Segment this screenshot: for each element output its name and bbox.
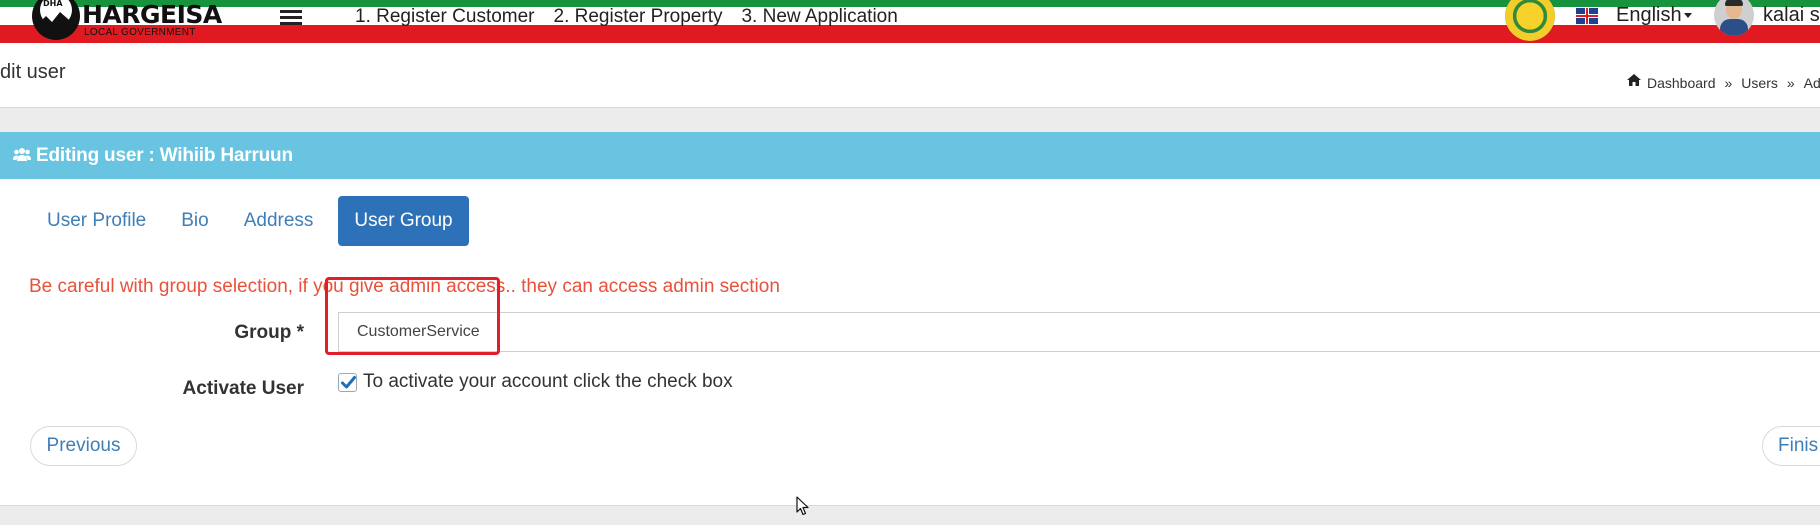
nav-register-property[interactable]: 2. Register Property [554,5,723,29]
tab-address[interactable]: Address [229,196,329,246]
top-nav: 1. Register Customer 2. Register Propert… [355,5,917,29]
nav-new-application[interactable]: 3. New Application [741,5,897,29]
language-selector[interactable]: English [1616,3,1682,27]
activate-user-text: To activate your account click the check… [363,371,733,392]
activate-user-checkbox[interactable] [338,373,357,392]
logo-emblem-text: DHA [43,0,63,8]
activate-user-label: Activate User [182,378,304,399]
hamburger-icon[interactable] [280,10,304,26]
logo-subtitle: LOCAL GOVERNMENT [84,27,196,38]
group-select[interactable]: CustomerService [338,312,1820,352]
breadcrumb-separator: » [1724,75,1733,91]
breadcrumb-dashboard[interactable]: Dashboard [1647,75,1716,91]
check-icon [341,376,356,389]
nav-register-customer[interactable]: 1. Register Customer [355,5,535,29]
tab-bar: User Profile Bio Address User Group [32,196,474,246]
app-root: DHA HARGEISA LOCAL GOVERNMENT 1. Registe… [0,0,1820,525]
panel-title: Editing user : Wihiib Harruun [36,145,293,166]
uk-flag-icon[interactable] [1576,8,1598,24]
users-icon [13,148,31,161]
caret-down-icon[interactable] [1684,13,1692,18]
logo[interactable]: DHA HARGEISA LOCAL GOVERNMENT [30,0,222,40]
warning-message: Be careful with group selection, if you … [29,276,780,297]
content-divider [0,107,1820,132]
logo-emblem-icon: DHA [32,0,80,40]
finish-button[interactable]: Finis [1762,426,1820,466]
mouse-cursor-icon [796,496,809,516]
previous-button[interactable]: Previous [30,426,137,466]
tab-bio[interactable]: Bio [166,196,223,246]
tab-user-profile[interactable]: User Profile [32,196,161,246]
tab-user-group[interactable]: User Group [338,196,469,246]
breadcrumb-add[interactable]: Add [1804,75,1820,91]
username[interactable]: kalai s [1763,3,1820,27]
footer-strip [0,505,1820,525]
page-title: dit user [0,61,66,83]
home-icon [1627,74,1641,86]
breadcrumb: Dashboard » Users » Add [1627,74,1820,91]
breadcrumb-users[interactable]: Users [1741,75,1778,91]
breadcrumb-separator: » [1786,75,1795,91]
logo-title: HARGEISA [82,0,222,29]
panel-header: Editing user : Wihiib Harruun [0,132,1820,179]
group-label: Group * [234,322,304,343]
